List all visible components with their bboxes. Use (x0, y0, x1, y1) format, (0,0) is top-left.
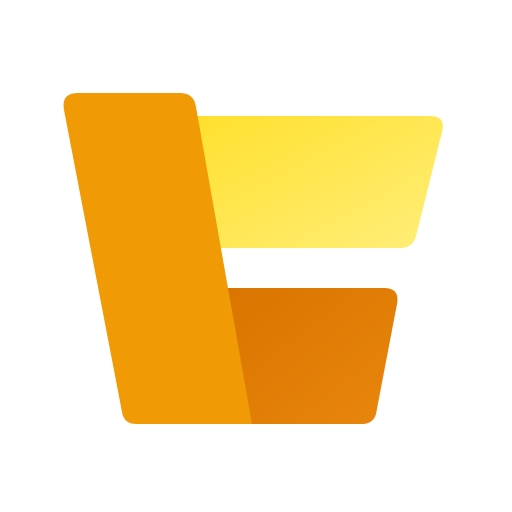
bottom-panel-shape (226, 288, 398, 424)
top-panel-shape (196, 116, 443, 248)
app-logo-icon (63, 93, 443, 424)
app-logo-canvas (0, 0, 512, 512)
